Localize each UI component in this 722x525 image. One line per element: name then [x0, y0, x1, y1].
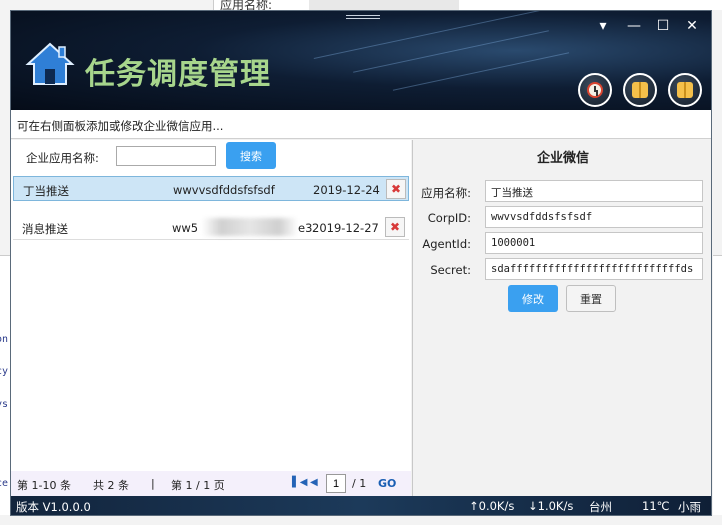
weather-label: 小雨 — [678, 500, 701, 514]
page-number-input[interactable] — [326, 474, 346, 493]
search-button[interactable]: 搜索 — [226, 142, 276, 169]
background-text: ce — [0, 478, 9, 489]
field-label: 应用名称: — [421, 186, 471, 200]
row-name: 消息推送 — [22, 222, 68, 236]
first-page-icon[interactable]: ▌◀ — [292, 477, 307, 488]
book-button[interactable] — [623, 73, 657, 107]
table-row[interactable]: 消息推送 ww5 e3 2019-12-27 ✖ — [13, 215, 409, 240]
total-count: 共 2 条 — [93, 479, 129, 492]
maximize-button[interactable]: ☐ — [654, 17, 672, 35]
field-label: AgentId: — [422, 237, 471, 251]
notebook-icon — [677, 82, 693, 98]
page-range: 第 1-10 条 — [17, 479, 71, 492]
row-corpid-tail: e3 — [298, 221, 313, 235]
go-button[interactable]: GO — [378, 477, 396, 490]
minimize-button[interactable]: — — [625, 17, 643, 35]
redaction-blur — [202, 218, 298, 236]
app-window: 任务调度管理 ▾ — ☐ ✕ 可在右侧面板添加或修改企业微信应用... 企业应用… — [10, 10, 712, 516]
download-speed: ↓1.0K/s — [528, 499, 574, 513]
row-name: 丁当推送 — [23, 184, 69, 198]
row-date: 2019-12-24 — [313, 183, 380, 197]
delete-icon[interactable]: ✖ — [385, 217, 405, 237]
book-icon — [632, 82, 648, 98]
detail-title: 企业微信 — [536, 151, 589, 166]
prev-page-icon[interactable]: ◀ — [310, 477, 318, 488]
table-row[interactable]: 丁当推送 wwvvsdfddsfsfsdf 2019-12-24 ✖ — [13, 176, 409, 201]
search-input[interactable] — [116, 146, 216, 166]
background-window-left: on cy ys ce — [0, 255, 10, 515]
row-corpid: ww5 — [172, 221, 199, 235]
hint-bar: 可在右侧面板添加或修改企业微信应用... — [11, 110, 711, 139]
search-label: 企业应用名称: — [26, 151, 99, 165]
background-bar — [309, 0, 459, 10]
window-header[interactable]: 任务调度管理 ▾ — ☐ ✕ — [11, 11, 711, 110]
pagination-bar: 第 1-10 条 共 2 条 | 第 1 / 1 页 ▌◀ ◀ / 1 GO — [11, 471, 411, 496]
menu-dropdown-button[interactable]: ▾ — [594, 17, 612, 35]
app-title: 任务调度管理 — [85, 57, 271, 92]
corpid-field[interactable]: wwvvsdfddsfsfsdf — [485, 206, 703, 228]
background-window-top: 应用名称: — [213, 0, 722, 12]
home-icon — [25, 42, 75, 85]
notebook-button[interactable] — [668, 73, 702, 107]
row-date: 2019-12-27 — [312, 221, 379, 235]
background-text: on — [0, 334, 9, 345]
page-total: / 1 — [352, 477, 367, 490]
app-name-field[interactable]: 丁当推送 — [485, 180, 703, 202]
app-list-panel: 企业应用名称: 搜索 丁当推送 wwvvsdfddsfsfsdf 2019-12… — [11, 140, 411, 496]
close-button[interactable]: ✕ — [683, 17, 701, 35]
field-label: CorpID: — [427, 211, 471, 225]
temperature-label: 11℃ — [642, 499, 670, 513]
secret-field[interactable]: sdafffffffffffffffffffffffffffds — [485, 258, 703, 280]
field-label: Secret: — [430, 263, 471, 277]
clock-button[interactable] — [578, 73, 612, 107]
status-bar: 版本 V1.0.0.0 ↑0.0K/s ↓1.0K/s 台州 11℃ 小雨 — [11, 496, 711, 515]
clock-icon — [587, 82, 603, 98]
delete-icon[interactable]: ✖ — [386, 179, 406, 199]
detail-panel: 企业微信 应用名称: 丁当推送 CorpID: wwvvsdfddsfsfsdf… — [412, 140, 711, 496]
pager-separator: | — [151, 477, 155, 490]
agentid-field[interactable]: 1000001 — [485, 232, 703, 254]
city-label: 台州 — [589, 500, 612, 514]
page-indicator: 第 1 / 1 页 — [171, 479, 225, 492]
upload-speed: ↑0.0K/s — [469, 499, 515, 513]
background-text: cy — [0, 366, 9, 377]
row-corpid: wwvvsdfddsfsfsdf — [173, 183, 275, 197]
reset-button[interactable]: 重置 — [566, 285, 616, 312]
background-text: ys — [0, 399, 9, 410]
header-decoration — [353, 30, 549, 73]
background-window-right — [713, 255, 722, 515]
edit-button[interactable]: 修改 — [508, 285, 558, 312]
drag-grip[interactable] — [346, 15, 380, 19]
version-label: 版本 V1.0.0.0 — [16, 500, 91, 514]
